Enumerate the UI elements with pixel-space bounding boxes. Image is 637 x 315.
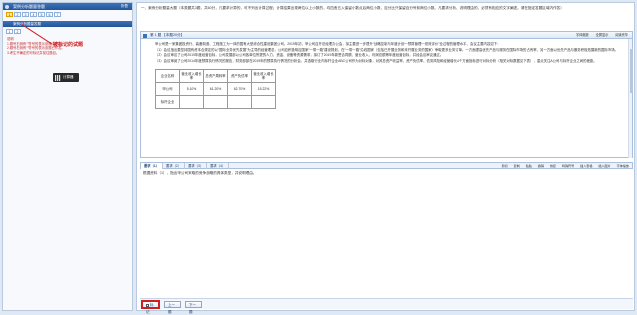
material-paragraph: （1）会议指出要坚持国有资本合规定的以“国际业务优先发展”为主导的经营理念，公司…	[155, 47, 618, 52]
read-done-button[interactable]: 阅读完毕	[615, 33, 628, 37]
table-cell: 62.70%	[227, 82, 252, 97]
table-cell: 15.22%	[251, 82, 276, 97]
material-toolbar: 字体缩放 全屏显示 阅读完毕	[570, 32, 628, 39]
cut-button[interactable]: 剪切	[502, 164, 508, 168]
material-paragraph: （2）会议审议了公司2019年度经营目标，公司发展部以公司各单位所提的人力、资金…	[155, 53, 444, 57]
table-cell: 61.20%	[203, 82, 228, 97]
material-title: 第 1 题 【本题20分】	[150, 33, 185, 37]
question-number-grid-2: 12	[3, 27, 132, 36]
material-header: 第 1 题 【本题20分】 字体缩放 全屏显示 阅读完毕	[141, 32, 632, 39]
table-cell: 5.10%	[179, 82, 204, 97]
material-panel: 第 1 题 【本题20分】 字体缩放 全屏显示 阅读完毕 甲公司是一家集团投资行…	[140, 31, 633, 158]
material-paragraph: 甲公司是一家集团投资行、装备制造、工程施工为一体的国有大型综合性建设集团公司。2…	[155, 42, 501, 46]
tab-requirement-2[interactable]: 要求（2）	[163, 163, 186, 169]
font-zoom-button[interactable]: 字体缩放	[617, 164, 629, 168]
question-number[interactable]: 4	[30, 12, 37, 17]
editor-toolbar: 剪切 复制 粘贴 撤销 恢复 特殊符号 插入表格 插入图片 字体缩放	[497, 163, 629, 169]
table-header: 企业名称	[155, 69, 180, 84]
table-cell: 甲公司	[155, 82, 180, 97]
nav-header: 案例分析题量答题 折叠	[3, 3, 132, 10]
collapse-link[interactable]: 折叠	[121, 3, 128, 10]
fullscreen-button[interactable]: 全屏显示	[596, 33, 609, 37]
nav-header-2-title: 案例分析题量答题	[13, 22, 41, 26]
table-header: 营业收入增长率	[251, 69, 276, 84]
legend-line: 3.考生不确定的可标记并前往题目。	[7, 50, 60, 55]
font-zoom-button[interactable]: 字体缩放	[576, 33, 589, 37]
table-header: 资产负债率	[227, 69, 252, 84]
tab-requirement-3[interactable]: 要求（3）	[185, 163, 208, 169]
insert-image-button[interactable]: 插入图片	[598, 164, 610, 168]
list-icon	[5, 4, 9, 9]
table-cell: 标杆企业	[155, 95, 180, 110]
calculator-label: 计算器	[63, 75, 74, 79]
table-row: 标杆企业	[155, 95, 276, 110]
question-number[interactable]: 6	[46, 12, 53, 17]
question-number[interactable]: 3	[22, 12, 29, 17]
question-number[interactable]: 1	[6, 29, 13, 34]
annotation-label: 被标记的试题	[53, 42, 84, 48]
table-cell	[179, 95, 204, 110]
material-body: 甲公司是一家集团投资行、装备制造、工程施工为一体的国有大型综合性建设集团公司。2…	[141, 39, 632, 157]
material-paragraph: （3）会议审阅了公司2014年度预算执行情况的报告，财务部部在2019年的预算执…	[155, 58, 597, 63]
tab-requirement-1[interactable]: 要求（1）	[141, 163, 164, 169]
answer-textarea[interactable]	[140, 177, 633, 295]
table-header: 营业收入增长率	[179, 69, 204, 84]
table-cell	[227, 95, 252, 110]
redo-button[interactable]: 恢复	[550, 164, 556, 168]
benchmark-table: 企业名称 营业收入增长率 总资产周转率 资产负债率 营业收入增长率 甲公司 5.…	[155, 69, 276, 110]
table-header: 总资产周转率	[203, 69, 228, 84]
scrollbar-thumb[interactable]	[629, 49, 633, 93]
section-instructions: 一、案例分析题量大题（本类题共3题，共60分，凡要求计算的，可不列出计算过程；计…	[141, 6, 564, 10]
tab-requirement-4[interactable]: 要求（4）	[207, 163, 230, 169]
table-cell	[251, 95, 276, 110]
answer-tabbar: 要求（1） 要求（2） 要求（3） 要求（4） 剪切 复制 粘贴 撤销 恢复 特殊符号…	[140, 162, 633, 169]
copy-button[interactable]: 复制	[514, 164, 520, 168]
next-button[interactable]: 下一题	[185, 301, 202, 314]
document-icon	[143, 33, 147, 38]
question-number[interactable]: 1	[6, 12, 13, 17]
question-number[interactable]: 2	[14, 29, 21, 34]
question-number[interactable]: 7	[54, 12, 61, 17]
calculator-icon	[55, 74, 61, 81]
question-number-grid: 1234567	[3, 10, 132, 20]
undo-button[interactable]: 撤销	[538, 164, 544, 168]
bottom-bar: 标记 上一题 下一题	[140, 298, 633, 314]
checkbox-icon	[146, 303, 149, 307]
nav-header-title: 案例分析题量答题	[13, 4, 45, 9]
question-number[interactable]: 5	[38, 12, 45, 17]
insert-table-button[interactable]: 插入表格	[580, 164, 592, 168]
mark-button[interactable]: 标记	[141, 300, 160, 314]
special-symbol-button[interactable]: 特殊符号	[562, 164, 574, 168]
material-scrollbar[interactable]	[628, 39, 633, 158]
table-cell	[203, 95, 228, 110]
prev-button[interactable]: 上一题	[164, 301, 181, 314]
table-row: 甲公司 5.10% 61.20% 62.70% 15.22%	[155, 82, 276, 97]
table-header-row: 企业名称 营业收入增长率 总资产周转率 资产负债率 营业收入增长率	[155, 69, 276, 84]
exam-content-area: 一、案例分析题量大题（本类题共3题，共60分，凡要求计算的，可不列出计算过程；计…	[136, 2, 635, 314]
question-number[interactable]: 2	[14, 12, 21, 17]
calculator-button[interactable]: 计算器	[53, 73, 79, 82]
question-nav-panel: 案例分析题量答题 折叠 1234567 案例分析题量答题 12 说明 1.题号右…	[2, 2, 133, 311]
paste-button[interactable]: 粘贴	[526, 164, 532, 168]
question-text: 根据资料（1），指出甲公司采取的竞争战略的具体类型，并说明理由。	[143, 171, 257, 175]
